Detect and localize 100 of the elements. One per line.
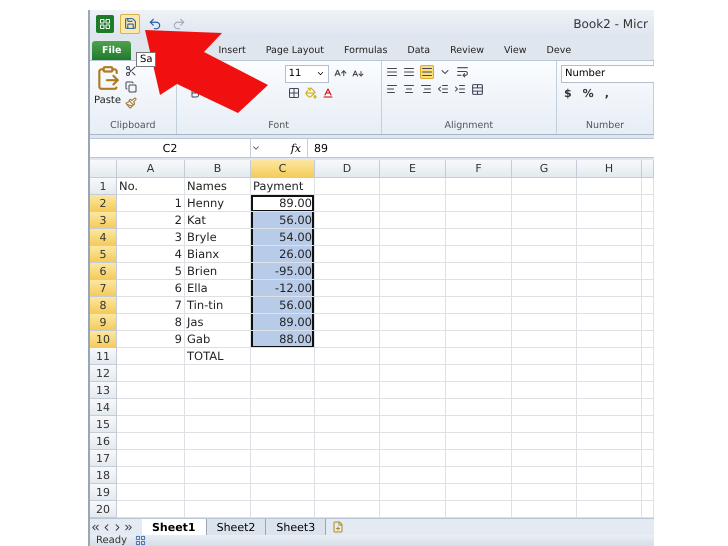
ribbon-tab[interactable]: Review [450, 40, 484, 60]
row-header[interactable]: 3 [90, 212, 117, 230]
wrap-text-icon[interactable] [456, 65, 469, 78]
align-right-icon[interactable] [420, 83, 432, 96]
table-cell [446, 450, 512, 468]
row-header[interactable]: 14 [90, 399, 117, 416]
table-cell [380, 365, 446, 382]
merge-icon[interactable] [470, 82, 484, 96]
ribbon-tab[interactable]: Deve [546, 40, 572, 60]
font-color-icon[interactable] [322, 86, 334, 99]
table-cell [380, 314, 446, 332]
format-painter-icon[interactable] [125, 96, 137, 109]
table-cell: Bryle [185, 229, 251, 246]
new-sheet-icon[interactable] [332, 521, 344, 534]
table-cell [185, 416, 251, 434]
table-cell [446, 280, 512, 298]
column-header[interactable]: F [446, 160, 512, 178]
table-cell [315, 348, 380, 366]
row-header[interactable]: 18 [90, 467, 117, 484]
row-header[interactable]: 12 [90, 365, 117, 382]
table-cell: 56.00 [251, 212, 315, 230]
column-header[interactable]: B [185, 160, 251, 178]
paste-label[interactable]: Paste [94, 94, 121, 106]
table-cell: Henny [185, 195, 251, 212]
formula-field[interactable]: 89 [307, 139, 654, 158]
decrease-indent-icon[interactable] [436, 83, 449, 96]
table-cell [512, 314, 577, 332]
row-header[interactable]: 5 [90, 246, 117, 264]
table-cell [117, 416, 185, 434]
column-header[interactable]: E [380, 160, 446, 178]
table-cell [446, 314, 512, 332]
table-cell [446, 178, 512, 196]
table-cell [117, 484, 185, 502]
table-cell [512, 297, 577, 314]
align-left-icon[interactable] [386, 83, 398, 96]
fx-label[interactable]: fx [290, 142, 301, 155]
table-cell [380, 484, 446, 502]
number-format-button[interactable]: , [602, 86, 612, 100]
row-header[interactable]: 1 [90, 178, 117, 196]
borders-icon[interactable] [288, 86, 300, 99]
row-header[interactable]: 11 [90, 348, 117, 366]
column-header[interactable]: C [251, 160, 315, 178]
table-cell: 6 [117, 280, 185, 298]
row-header[interactable]: 8 [90, 297, 117, 314]
row-header[interactable]: 2 [90, 195, 117, 212]
column-header[interactable]: H [577, 160, 642, 178]
row-header[interactable]: 17 [90, 450, 117, 468]
file-tab[interactable]: File [92, 40, 132, 60]
column-header[interactable]: A [117, 160, 185, 178]
number-format-button[interactable]: % [580, 86, 597, 100]
fill-color-icon[interactable] [304, 86, 317, 99]
table-cell [117, 348, 185, 366]
column-header[interactable]: D [315, 160, 380, 178]
table-cell [512, 178, 577, 196]
increase-indent-icon[interactable] [454, 83, 466, 96]
copy-icon[interactable] [125, 80, 137, 93]
table-cell: TOTAL [185, 348, 251, 366]
table-cell: 54.00 [251, 229, 315, 246]
ribbon-tab[interactable]: Page Layout [266, 40, 324, 60]
table-cell [512, 433, 577, 450]
ribbon-tab[interactable]: Data [407, 40, 430, 60]
row-header[interactable]: 20 [90, 501, 117, 518]
row-header[interactable]: 13 [90, 382, 117, 400]
align-center-icon[interactable] [402, 83, 415, 96]
number-format-field[interactable]: Number [561, 64, 654, 83]
table-cell [315, 280, 380, 298]
align-top-icon[interactable] [386, 66, 398, 78]
align-bottom-icon[interactable] [420, 64, 434, 79]
first-sheet-icon[interactable] [90, 522, 101, 533]
row-header[interactable]: 10 [90, 331, 117, 348]
ribbon-tab[interactable]: Formulas [344, 40, 388, 60]
font-size-field[interactable]: 11 [284, 64, 329, 83]
number-format-button[interactable]: $ [561, 86, 575, 100]
row-header[interactable]: 7 [90, 280, 117, 298]
last-sheet-icon[interactable] [123, 522, 134, 533]
table-cell [446, 212, 512, 230]
table-cell [446, 365, 512, 382]
sheet-tab[interactable]: Sheet1 [142, 519, 207, 536]
row-header[interactable]: 19 [90, 484, 117, 502]
row-header[interactable]: 4 [90, 229, 117, 246]
table-cell [380, 280, 446, 298]
table-cell [512, 365, 577, 382]
ribbon-tab[interactable]: View [504, 40, 527, 60]
save-icon[interactable] [120, 14, 140, 34]
sheet-tab[interactable]: Sheet2 [206, 519, 266, 536]
table-cell: -95.00 [251, 263, 315, 280]
table-cell [446, 382, 512, 400]
cut-icon[interactable] [125, 64, 137, 77]
row-header[interactable]: 15 [90, 416, 117, 434]
table-cell [512, 399, 577, 416]
ribbon-tab[interactable]: Insert [218, 40, 246, 60]
row-header[interactable]: 9 [90, 314, 117, 332]
name-box[interactable]: C2 [90, 139, 251, 158]
column-header[interactable]: G [512, 160, 577, 178]
align-middle-icon[interactable] [402, 66, 415, 78]
row-header[interactable]: 16 [90, 433, 117, 450]
table-cell [512, 467, 577, 484]
row-header[interactable]: 6 [90, 263, 117, 280]
sheet-tab[interactable]: Sheet3 [266, 519, 326, 536]
table-cell: Names [185, 178, 251, 196]
